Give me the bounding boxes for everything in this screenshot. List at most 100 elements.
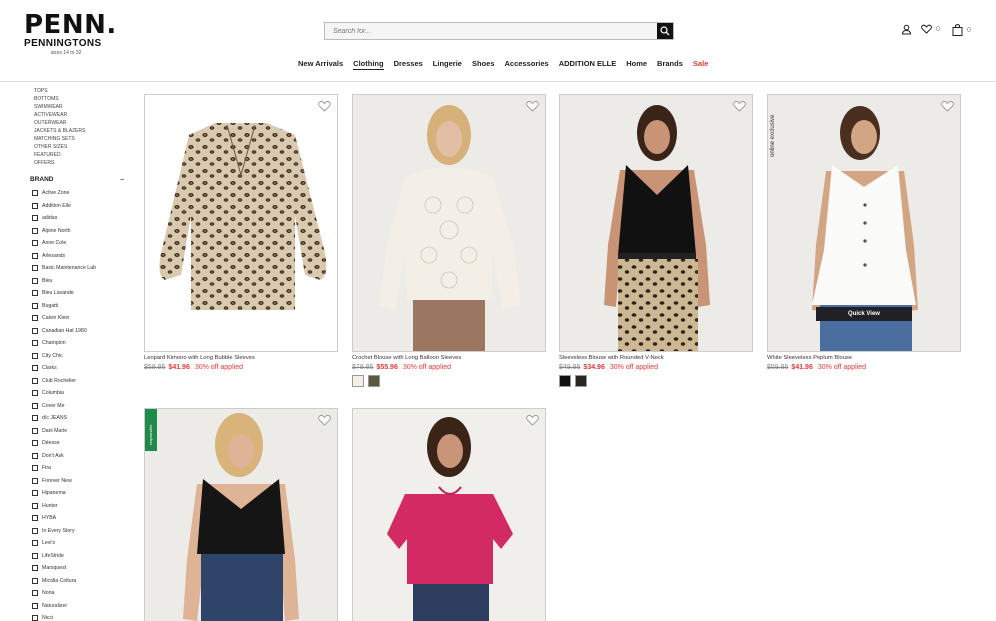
checkbox[interactable] [32,240,38,247]
heart-icon[interactable] [318,414,331,426]
brand-filter-option[interactable]: Marsquest [30,562,130,575]
brand-filter-option[interactable]: Déesse [30,437,130,450]
brand-filter-option[interactable]: Nona [30,587,130,600]
nav-sale[interactable]: Sale [693,59,708,70]
product-image[interactable] [559,94,753,352]
checkbox[interactable] [32,227,38,234]
brand-filter-option[interactable]: Canadian Hat 1980 [30,325,130,338]
checkbox[interactable] [32,402,38,409]
product-name[interactable]: White Sleeveless Peplum Blouse [767,355,961,361]
account-link[interactable] [901,24,912,35]
swatch-olive[interactable] [368,375,380,387]
brand-filter-option[interactable]: LifeStride [30,550,130,563]
product-name[interactable]: Sleeveless Blouse with Rounded V-Neck [559,355,753,361]
swatch-ivory[interactable] [352,375,364,387]
checkbox[interactable] [32,215,38,222]
nav-accessories[interactable]: Accessories [505,59,549,70]
brand-filter-option[interactable]: Anne Cole [30,237,130,250]
brand-filter-option[interactable]: Micolla Coltura [30,575,130,588]
checkbox[interactable] [32,315,38,322]
brand-filter-option[interactable]: adidas [30,212,130,225]
collapse-icon[interactable]: – [120,176,124,183]
product-card[interactable] [352,408,546,621]
checkbox[interactable] [32,252,38,259]
heart-icon[interactable] [733,100,746,112]
checkbox[interactable] [32,427,38,434]
brand-filter-option[interactable]: Columbia [30,387,130,400]
brand-filter-option[interactable]: Don't Ask [30,450,130,463]
brand-filter-option[interactable]: HYBA [30,512,130,525]
checkbox[interactable] [32,552,38,559]
heart-icon[interactable] [526,100,539,112]
product-image[interactable] [352,94,546,352]
swatch-black[interactable] [559,375,571,387]
product-image[interactable] [144,94,338,352]
checkbox[interactable] [32,615,38,621]
checkbox[interactable] [32,440,38,447]
category-link[interactable]: OFFERS [30,159,130,167]
checkbox[interactable] [32,327,38,334]
product-card[interactable]: Leopard Kimono with Long Bubble Sleeves … [144,94,338,371]
checkbox[interactable] [32,340,38,347]
checkbox[interactable] [32,490,38,497]
category-link[interactable]: BOTTOMS [30,95,130,103]
checkbox[interactable] [32,390,38,397]
nav-dresses[interactable]: Dresses [394,59,423,70]
brand-filter-option[interactable]: Bleu Lavande [30,287,130,300]
heart-icon[interactable] [318,100,331,112]
checkbox[interactable] [32,602,38,609]
product-name[interactable]: Crochet Blouse with Long Balloon Sleeves [352,355,546,361]
brand-filter-option[interactable]: In Every Story [30,525,130,538]
category-link[interactable]: TOPS [30,87,130,95]
brand-filter-option[interactable]: Levi's [30,537,130,550]
category-link[interactable]: ACTIVEWEAR [30,111,130,119]
checkbox[interactable] [32,527,38,534]
heart-icon[interactable] [526,414,539,426]
brand-filter-option[interactable]: City Chic [30,350,130,363]
brand-filter-option[interactable]: Forever New [30,475,130,488]
checkbox[interactable] [32,565,38,572]
brand-filter-option[interactable]: Dani Marie [30,425,130,438]
brand-filter-option[interactable]: Arlesands [30,250,130,263]
nav-lingerie[interactable]: Lingerie [433,59,462,70]
checkbox[interactable] [32,465,38,472]
brand-filter-option[interactable]: Bleu [30,275,130,288]
product-image[interactable] [352,408,546,621]
brand-filter-option[interactable]: Active Zone [30,187,130,200]
brand-filter-option[interactable]: Club Rochelier [30,375,130,388]
checkbox[interactable] [32,577,38,584]
brand-filter-option[interactable]: Hunter [30,500,130,513]
wishlist-link[interactable]: 0 [921,24,940,34]
brand-filter-option[interactable]: Fira [30,462,130,475]
checkbox[interactable] [32,415,38,422]
cart-link[interactable]: 0 [952,24,971,36]
category-link[interactable]: MATCHING SETS [30,135,130,143]
product-name[interactable]: Leopard Kimono with Long Bubble Sleeves [144,355,338,361]
category-link[interactable]: JACKETS & BLAZERS [30,127,130,135]
brand-filter-option[interactable]: Calvin Klein [30,312,130,325]
nav-brands[interactable]: Brands [657,59,683,70]
checkbox[interactable] [32,365,38,372]
nav-home[interactable]: Home [626,59,647,70]
product-image[interactable]: online exclusive Quick View [767,94,961,352]
brand-filter-option[interactable]: Alpine North [30,225,130,238]
heart-icon[interactable] [941,100,954,112]
nav-new-arrivals[interactable]: New Arrivals [298,59,343,70]
product-image[interactable]: responsible [144,408,338,621]
checkbox[interactable] [32,452,38,459]
product-card[interactable]: online exclusive Quick View White Sleeve… [767,94,961,371]
checkbox[interactable] [32,590,38,597]
category-link[interactable]: OTHER SIZES [30,143,130,151]
brand-filter-header[interactable]: BRAND – [30,176,124,183]
nav-clothing[interactable]: Clothing [353,59,384,70]
category-link[interactable]: SWIMWEAR [30,103,130,111]
brand-filter-option[interactable]: Naturalizer [30,600,130,613]
checkbox[interactable] [32,502,38,509]
checkbox[interactable] [32,377,38,384]
brand-filter-option[interactable]: Hipanema [30,487,130,500]
brand-filter-option[interactable]: Addition Elle [30,200,130,213]
brand-filter-option[interactable]: Clarks [30,362,130,375]
search-input[interactable] [325,23,657,39]
checkbox[interactable] [32,515,38,522]
checkbox[interactable] [32,277,38,284]
